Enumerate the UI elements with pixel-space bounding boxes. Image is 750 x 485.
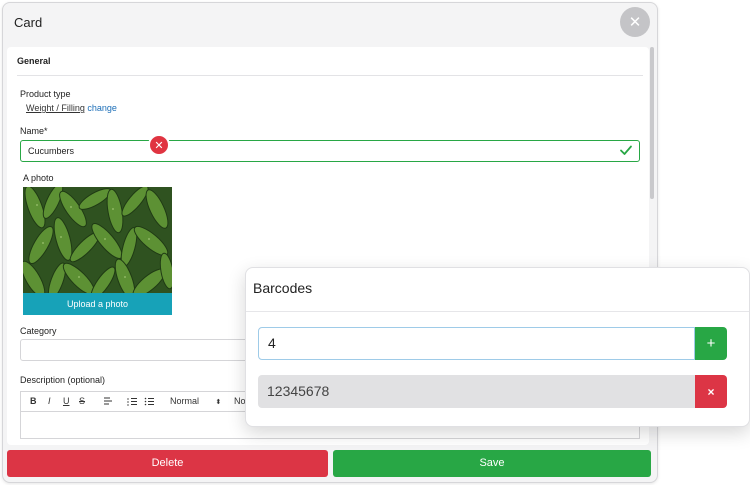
bold-button[interactable]: B xyxy=(30,396,37,406)
description-label: Description (optional) xyxy=(20,375,106,385)
barcodes-panel: Barcodes 4 + 12345678 × xyxy=(245,267,750,427)
ordered-list-icon[interactable] xyxy=(127,397,137,406)
style-select-label: Normal xyxy=(170,396,200,406)
plus-icon: + xyxy=(706,335,716,352)
check-icon xyxy=(620,145,632,155)
align-icon[interactable] xyxy=(103,397,113,406)
barcode-item: 12345678 xyxy=(258,375,695,408)
remove-icon: × xyxy=(707,384,715,399)
section-title-general: General xyxy=(17,56,51,66)
change-product-type-link[interactable]: change xyxy=(87,103,117,113)
style-select[interactable]: Normal ⬍ xyxy=(170,396,221,406)
italic-button[interactable]: I xyxy=(48,396,51,406)
close-icon: ✕ xyxy=(628,14,642,31)
name-input[interactable]: Cucumbers xyxy=(20,140,640,162)
remove-barcode-button[interactable]: × xyxy=(695,375,727,408)
add-barcode-button[interactable]: + xyxy=(695,327,727,360)
card-title: Card xyxy=(14,15,43,30)
close-icon: ✕ xyxy=(154,139,164,152)
strike-button[interactable]: S xyxy=(79,396,85,406)
barcodes-title: Barcodes xyxy=(253,280,313,296)
bullet-list-icon[interactable] xyxy=(144,397,154,406)
photo-label: A photo xyxy=(23,173,54,183)
category-label: Category xyxy=(20,326,57,336)
close-button[interactable]: ✕ xyxy=(620,7,650,37)
editor-toolbar: B I U S Normal ⬍ Normal xyxy=(20,391,263,411)
upload-photo-button[interactable]: Upload a photo xyxy=(23,293,172,315)
product-type-text: Weight / Filling xyxy=(26,103,85,113)
underline-button[interactable]: U xyxy=(63,396,70,406)
scrollbar[interactable] xyxy=(650,47,654,199)
section-divider xyxy=(17,75,643,76)
name-label: Name* xyxy=(20,126,48,136)
chevron-updown-icon: ⬍ xyxy=(215,399,222,406)
delete-button[interactable]: Delete xyxy=(7,450,328,477)
category-select[interactable] xyxy=(20,339,260,361)
product-photo xyxy=(23,187,172,293)
barcode-input[interactable]: 4 xyxy=(258,327,695,360)
barcodes-divider xyxy=(246,311,749,312)
product-type-label: Product type xyxy=(20,89,71,99)
save-button[interactable]: Save xyxy=(333,450,651,477)
photo-box: Upload a photo xyxy=(23,187,172,315)
product-type-value: Weight / Filling change xyxy=(26,103,117,113)
remove-photo-button[interactable]: ✕ xyxy=(148,134,170,156)
card-header: Card ✕ xyxy=(3,3,657,43)
